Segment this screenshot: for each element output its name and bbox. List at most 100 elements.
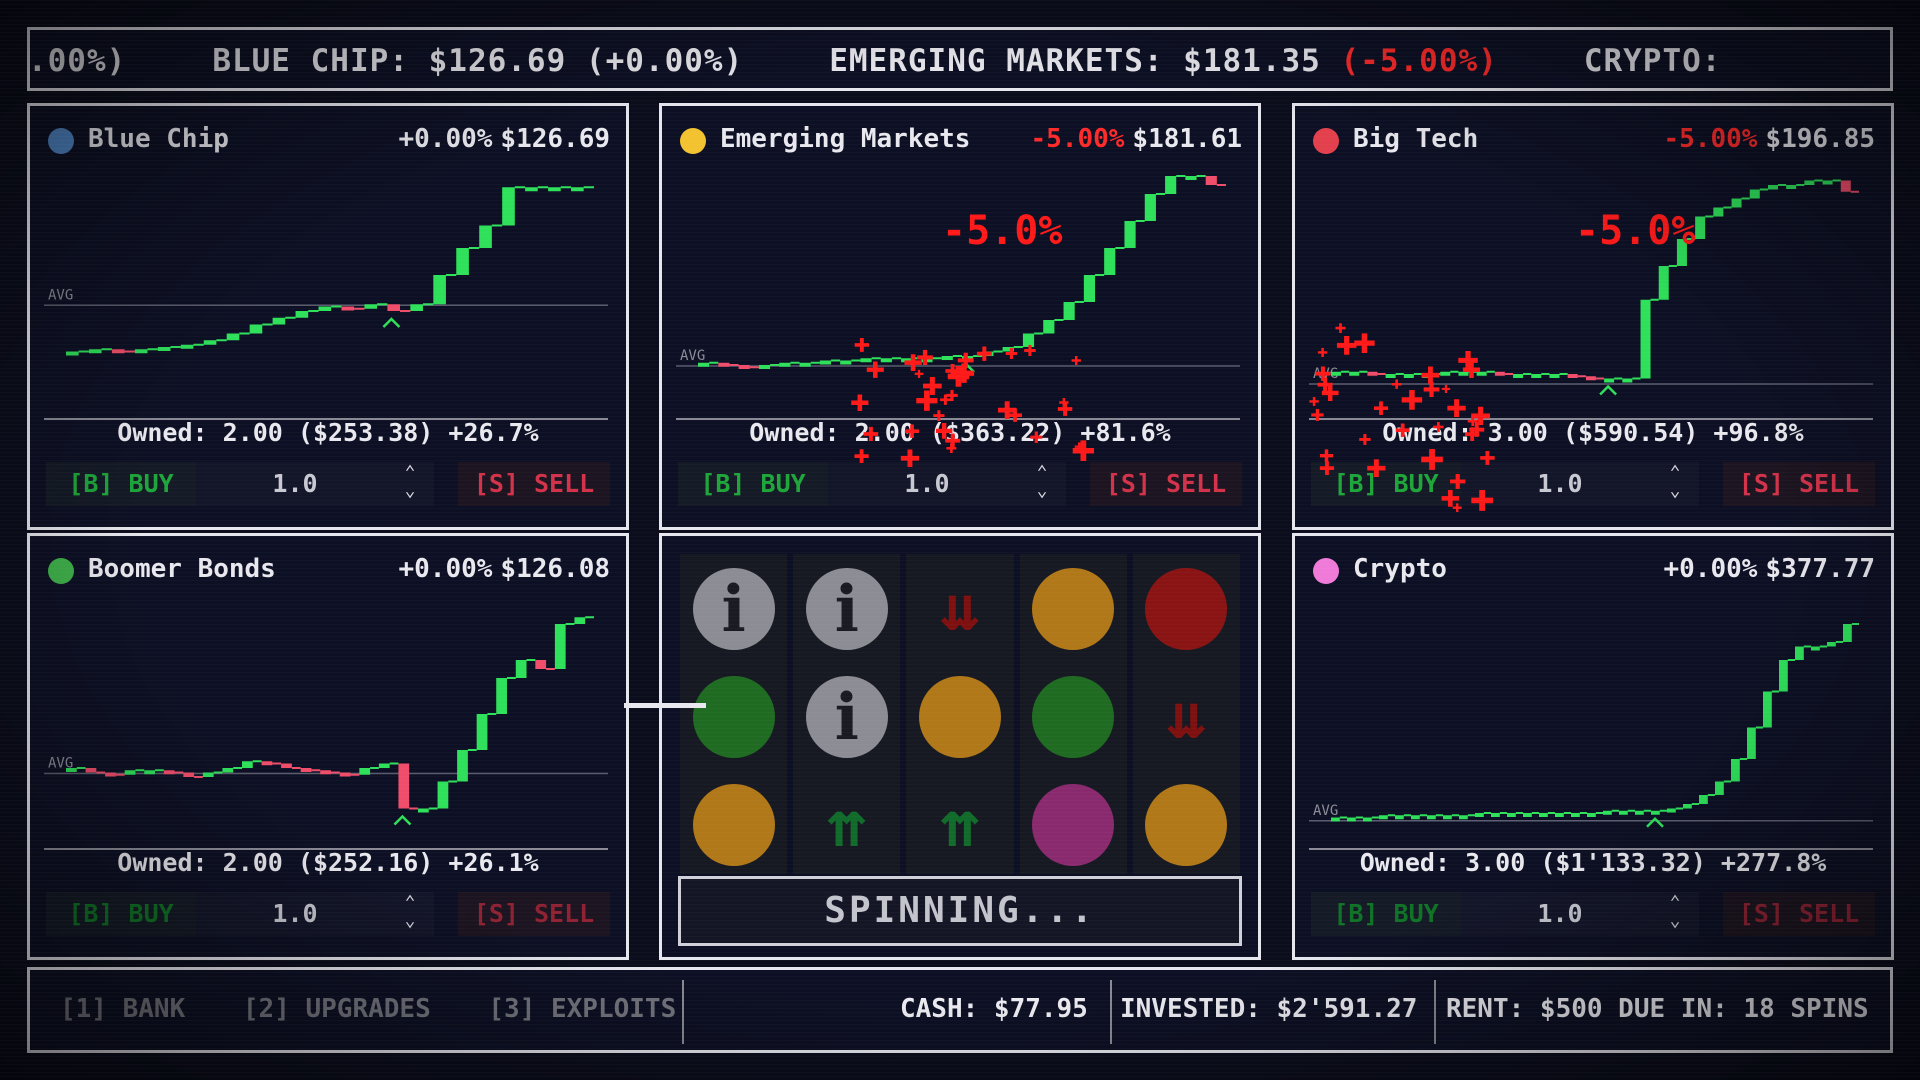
price-drop-popup: -5.0% (1575, 208, 1696, 254)
info-icon: i (692, 568, 775, 650)
chevron-down-icon[interactable]: ⌄ (1028, 482, 1056, 500)
price-candle (1651, 810, 1660, 815)
price-candle (111, 349, 125, 354)
price-candle (1549, 374, 1560, 378)
sell-button[interactable]: [S] SELL (458, 892, 610, 936)
connector-line (624, 703, 706, 708)
asset-color-dot (1313, 558, 1339, 584)
quantity-stepper[interactable]: ⌃ ⌄ (396, 464, 424, 504)
price-candle (88, 349, 102, 354)
chevron-down-icon[interactable]: ⌄ (1661, 482, 1689, 500)
price-candle (66, 351, 79, 356)
arrow-up-icon: ⇈ (827, 788, 867, 862)
average-label: AVG (1313, 803, 1338, 819)
price-candle (1587, 813, 1596, 817)
price-chart: AVG (1309, 623, 1873, 850)
quantity-stepper[interactable]: ⌃ ⌄ (1028, 464, 1056, 504)
bank-tab[interactable]: [1] BANK (60, 994, 185, 1024)
price-candle (1640, 299, 1651, 379)
sell-button[interactable]: [S] SELL (1723, 462, 1875, 506)
chevron-down-icon[interactable]: ⌄ (1661, 912, 1689, 930)
slot-reel (1019, 554, 1127, 874)
divider (682, 980, 684, 1044)
price-candle (105, 772, 116, 777)
slot-reel: i (680, 554, 788, 874)
sell-button[interactable]: [S] SELL (1090, 462, 1242, 506)
sell-button[interactable]: [S] SELL (1723, 892, 1875, 936)
price-candle (479, 225, 492, 248)
buy-button[interactable]: [B] BUY (678, 462, 828, 506)
price-candle (1063, 302, 1075, 320)
red-particle-icon: ✚ (996, 386, 1018, 428)
price-candle (1619, 810, 1628, 815)
price-candle (574, 617, 586, 624)
price-candle (66, 768, 77, 772)
asset-price: +0.00% $377.77 (1664, 554, 1876, 584)
trade-controls: [B] BUY 1.0 ⌃ ⌄ [S] SELL (1311, 462, 1875, 506)
red-particle-icon: ✚ (1469, 472, 1495, 522)
red-particle-icon: ✚ (944, 420, 962, 455)
red-particle-icon: ✚ (1479, 439, 1496, 473)
red-particle-icon: ✚ (1070, 423, 1096, 472)
quantity-stepper[interactable]: ⌃ ⌄ (1661, 464, 1689, 504)
price-candle (1731, 198, 1742, 208)
panel-header: Blue Chip +0.00% $126.69 (48, 124, 610, 158)
upgrades-tab[interactable]: [2] UPGRADES (243, 994, 431, 1024)
price-drop-popup: -5.0% (942, 208, 1063, 254)
buy-button[interactable]: [B] BUY (46, 462, 196, 506)
buy-marker-icon (1646, 816, 1664, 828)
price-candle (1635, 810, 1644, 815)
buy-button[interactable]: [B] BUY (46, 892, 196, 936)
trade-controls: [B] BUY 1.0 ⌃ ⌄ [S] SELL (678, 462, 1242, 506)
quantity-stepper[interactable]: ⌃ ⌄ (396, 894, 424, 934)
price-candle (1603, 810, 1612, 815)
price-change: -5.00% (1663, 124, 1758, 154)
chevron-down-icon[interactable]: ⌄ (396, 912, 424, 930)
price-candle (339, 772, 351, 777)
buy-button[interactable]: [B] BUY (1311, 892, 1461, 936)
coin-orange-icon (919, 676, 1001, 758)
price-value: $196.85 (1765, 124, 1875, 154)
spin-button[interactable]: SPINNING... (678, 876, 1242, 946)
price-candle (1604, 378, 1615, 383)
price-candle (1683, 804, 1692, 809)
red-particle-icon: ✚ (1334, 315, 1347, 339)
average-label: AVG (680, 348, 705, 364)
price-candle (203, 340, 217, 345)
price-candle (85, 768, 97, 773)
stock-panel-crypto: Crypto +0.00% $377.77 Owned: 3.00 ($1'133.3… (1292, 533, 1894, 960)
slot-reel: ⇊ (1132, 554, 1241, 874)
average-label: AVG (48, 287, 73, 303)
price-candle (418, 808, 429, 813)
quantity-stepper[interactable]: ⌃ ⌄ (1661, 894, 1689, 934)
ticker-item: BLUE CHIP: $126.69 (+0.00%) (212, 43, 744, 79)
sell-button[interactable]: [S] SELL (458, 462, 610, 506)
exploits-tab[interactable]: [3] EXPLOITS (488, 994, 676, 1024)
red-particle-icon: ✚ (1365, 445, 1387, 487)
ticker-item: EMERGING MARKETS: $181.35 (829, 43, 1341, 79)
price-candle (341, 306, 355, 311)
coin-orange-icon (1032, 568, 1115, 650)
red-particle-icon: ✚ (1456, 335, 1480, 380)
red-particle-icon: ✚ (1070, 348, 1082, 370)
price-candle (758, 365, 771, 369)
price-candle (433, 275, 446, 305)
price-candle (1555, 813, 1564, 817)
price-candle (1494, 371, 1505, 376)
trade-controls: [B] BUY 1.0 ⌃ ⌄ [S] SELL (46, 892, 610, 936)
price-candle (799, 362, 811, 367)
asset-name: Blue Chip (88, 124, 229, 154)
price-candle (1165, 176, 1177, 194)
price-candle (1124, 221, 1136, 248)
price-candle (318, 306, 332, 311)
chevron-down-icon[interactable]: ⌄ (396, 482, 424, 500)
price-candle (1531, 374, 1542, 378)
red-particle-icon: ✚ (1318, 451, 1336, 483)
asset-name: Emerging Markets (720, 124, 971, 154)
price-candle (1699, 795, 1708, 804)
price-value: $181.61 (1132, 124, 1242, 154)
price-candle (1840, 180, 1851, 192)
arrow-up-icon: ⇈ (940, 788, 980, 862)
price-candle (1811, 646, 1820, 651)
red-particle-icon: ✚ (1056, 390, 1074, 424)
